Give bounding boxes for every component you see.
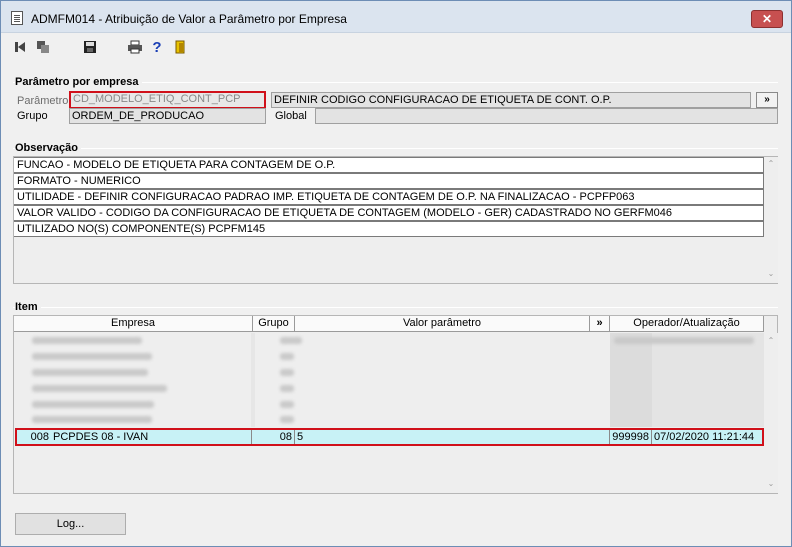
cell-grupo[interactable]: 08	[252, 430, 295, 444]
redacted-row	[280, 369, 294, 376]
obs-line: FUNCAO - MODELO DE ETIQUETA PARA CONTAGE…	[14, 157, 764, 173]
col-header-operador[interactable]: Operador/Atualização	[610, 316, 764, 332]
obs-line: VALOR VALIDO - CODIGO DA CONFIGURACAO DE…	[14, 205, 764, 221]
redacted-row	[32, 353, 152, 360]
col-header-valor[interactable]: Valor parâmetro	[295, 316, 590, 332]
redacted-row	[280, 416, 294, 423]
table-row-selected[interactable]: 008 PCPDES 08 - IVAN 08 5 999998 07/02/2…	[15, 428, 764, 446]
cell-atualizacao[interactable]: 07/02/2020 11:21:44	[652, 430, 762, 444]
first-icon[interactable]	[11, 38, 29, 56]
redacted-row	[280, 401, 294, 408]
redacted-row	[32, 369, 148, 376]
item-section-title: Item	[15, 301, 41, 313]
main-window: ADMFM014 - Atribuição de Valor a Parâmet…	[0, 0, 792, 547]
scroll-up-icon[interactable]: ⌃	[767, 160, 775, 168]
global-field	[315, 108, 778, 124]
obs-scrollbar[interactable]: ⌃ ⌄	[764, 157, 778, 283]
save-icon[interactable]	[81, 38, 99, 56]
redacted-row	[280, 385, 294, 392]
window-title: ADMFM014 - Atribuição de Valor a Parâmet…	[31, 12, 347, 26]
obs-line: UTILIDADE - DEFINIR CONFIGURACAO PADRAO …	[14, 189, 764, 205]
cell-code[interactable]: 008	[17, 430, 51, 444]
obs-group-line	[13, 148, 778, 149]
observation-list[interactable]: FUNCAO - MODELO DE ETIQUETA PARA CONTAGE…	[13, 156, 778, 284]
col-header-grupo[interactable]: Grupo	[253, 316, 295, 332]
redacted-column	[652, 333, 764, 427]
redacted-row	[280, 353, 294, 360]
scroll-down-icon[interactable]: ⌄	[767, 270, 775, 278]
obs-line: UTILIZADO NO(S) COMPONENTE(S) PCPFM145	[14, 221, 764, 237]
copy-icon[interactable]	[34, 38, 52, 56]
log-button[interactable]: Log...	[15, 513, 126, 535]
redacted-row	[32, 385, 167, 392]
cell-empresa[interactable]: PCPDES 08 - IVAN	[51, 430, 252, 444]
items-scrollbar[interactable]: ⌃ ⌄	[764, 333, 778, 493]
scroll-down-icon[interactable]: ⌄	[767, 480, 775, 488]
obs-section-title: Observação	[15, 142, 81, 154]
col-header-empresa[interactable]: Empresa	[14, 316, 253, 332]
global-label: Global	[275, 110, 307, 122]
redacted-row	[614, 337, 754, 344]
param-section-title: Parâmetro por empresa	[15, 76, 142, 88]
group-field: ORDEM_DE_PRODUCAO	[69, 108, 266, 124]
item-group-line	[13, 307, 778, 308]
exit-door-icon[interactable]	[171, 38, 189, 56]
param-label: Parâmetro	[17, 95, 69, 107]
redacted-row	[280, 337, 302, 344]
print-icon[interactable]	[126, 38, 144, 56]
param-code-field[interactable]: CD_MODELO_ETIQ_CONT_PCP	[69, 91, 266, 109]
obs-line: FORMATO - NUMERICO	[14, 173, 764, 189]
redacted-row	[32, 337, 142, 344]
redacted-row	[32, 416, 152, 423]
document-icon	[11, 11, 23, 25]
redacted-row	[32, 401, 154, 408]
redacted-column	[610, 333, 652, 427]
param-description-field: DEFINIR CODIGO CONFIGURACAO DE ETIQUETA …	[271, 92, 751, 108]
col-header-expand[interactable]: »	[590, 316, 610, 332]
param-expand-button[interactable]: »	[756, 92, 778, 108]
scroll-up-icon[interactable]: ⌃	[767, 337, 775, 345]
group-label: Grupo	[17, 110, 48, 122]
items-grid[interactable]: Empresa Grupo Valor parâmetro » Operador…	[13, 315, 778, 494]
title-bar[interactable]: ADMFM014 - Atribuição de Valor a Parâmet…	[1, 1, 791, 33]
cell-valor[interactable]: 5	[295, 430, 610, 444]
help-icon[interactable]: ?	[148, 38, 166, 56]
redacted-column	[251, 333, 255, 427]
toolbar: ?	[1, 34, 791, 60]
close-button[interactable]: ✕	[751, 10, 783, 28]
cell-operador[interactable]: 999998	[610, 430, 652, 444]
